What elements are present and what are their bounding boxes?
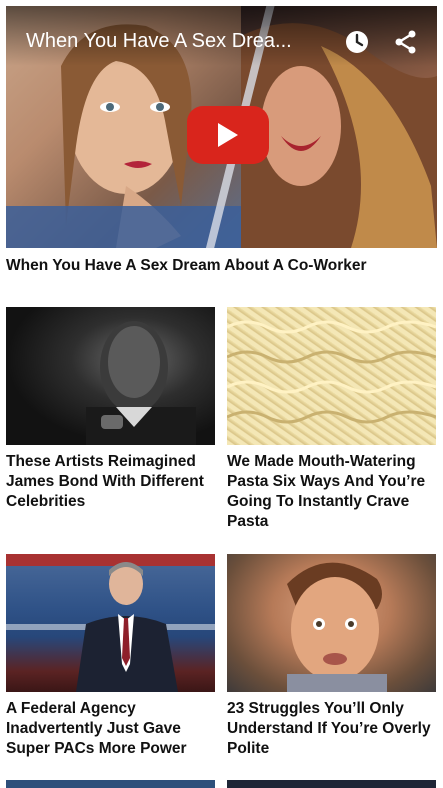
politician-illustration xyxy=(6,554,215,692)
card-title-james-bond[interactable]: These Artists Reimagined James Bond With… xyxy=(6,452,218,512)
card-title-struggles[interactable]: 23 Struggles You’ll Only Understand If Y… xyxy=(227,699,439,759)
video-title[interactable]: When You Have A Sex Drea... xyxy=(26,30,292,53)
play-button[interactable] xyxy=(187,106,269,164)
card-image-partial-left[interactable] xyxy=(6,780,215,788)
hero-video[interactable]: When You Have A Sex Drea... xyxy=(6,6,437,248)
card-image-james-bond[interactable] xyxy=(6,307,215,445)
man-face-illustration xyxy=(287,562,387,692)
card-image-pasta[interactable] xyxy=(227,307,436,445)
card-title-federal-agency[interactable]: A Federal Agency Inadvertently Just Gave… xyxy=(6,699,218,759)
play-icon xyxy=(218,123,238,147)
pasta-illustration xyxy=(227,320,436,424)
card-title-pasta[interactable]: We Made Mouth-Watering Pasta Six Ways An… xyxy=(227,452,439,532)
card-image-polite-man[interactable] xyxy=(227,554,436,692)
hero-caption[interactable]: When You Have A Sex Dream About A Co-Wor… xyxy=(6,256,437,276)
share-icon[interactable] xyxy=(394,30,418,54)
card-image-politician[interactable] xyxy=(6,554,215,692)
card-image-partial-right[interactable] xyxy=(227,780,436,788)
clock-icon[interactable] xyxy=(345,30,369,54)
bond-portrait-illustration xyxy=(86,321,196,445)
